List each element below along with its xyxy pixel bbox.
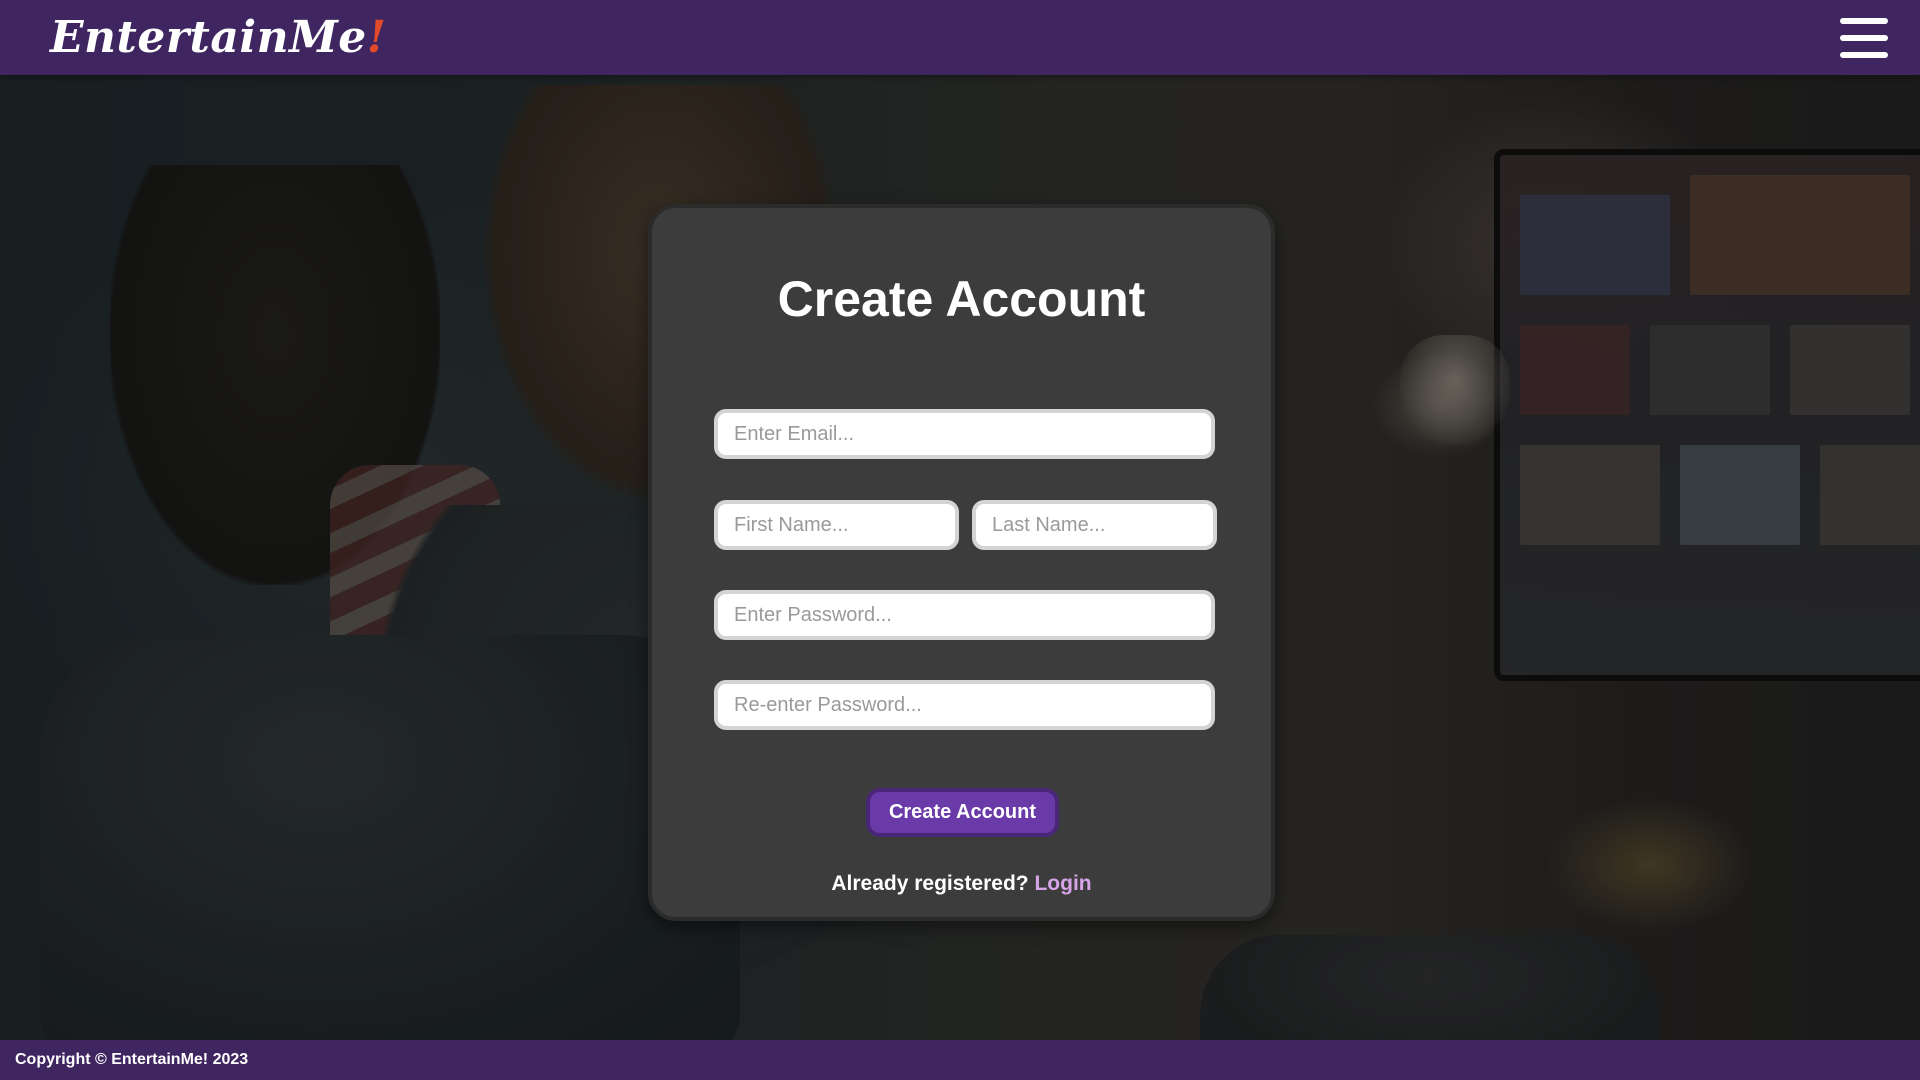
login-link[interactable]: Login: [1034, 872, 1091, 895]
logo-text: EntertainMe: [50, 12, 367, 63]
logo-exclamation: !: [366, 12, 387, 63]
menu-bar: [1840, 51, 1888, 58]
logo[interactable]: EntertainMe!: [50, 12, 387, 63]
page-title: Create Account: [777, 271, 1146, 327]
password-field[interactable]: [714, 590, 1215, 640]
login-prompt-text: Already registered?: [831, 872, 1029, 895]
copyright-text: Copyright © EntertainMe! 2023: [15, 1051, 249, 1068]
email-field[interactable]: [714, 409, 1215, 459]
create-account-card: Create Account Create Account Already re…: [648, 204, 1275, 921]
hamburger-menu-icon[interactable]: [1840, 17, 1888, 58]
first-name-field[interactable]: [714, 500, 959, 550]
footer: Copyright © EntertainMe! 2023: [0, 1040, 1920, 1080]
create-account-button[interactable]: Create Account: [866, 788, 1059, 837]
top-nav: EntertainMe!: [0, 0, 1920, 75]
last-name-field[interactable]: [972, 500, 1217, 550]
login-prompt: Already registered? Login: [652, 872, 1271, 896]
menu-bar: [1840, 34, 1888, 41]
menu-bar: [1840, 17, 1888, 24]
confirm-password-field[interactable]: [714, 680, 1215, 730]
